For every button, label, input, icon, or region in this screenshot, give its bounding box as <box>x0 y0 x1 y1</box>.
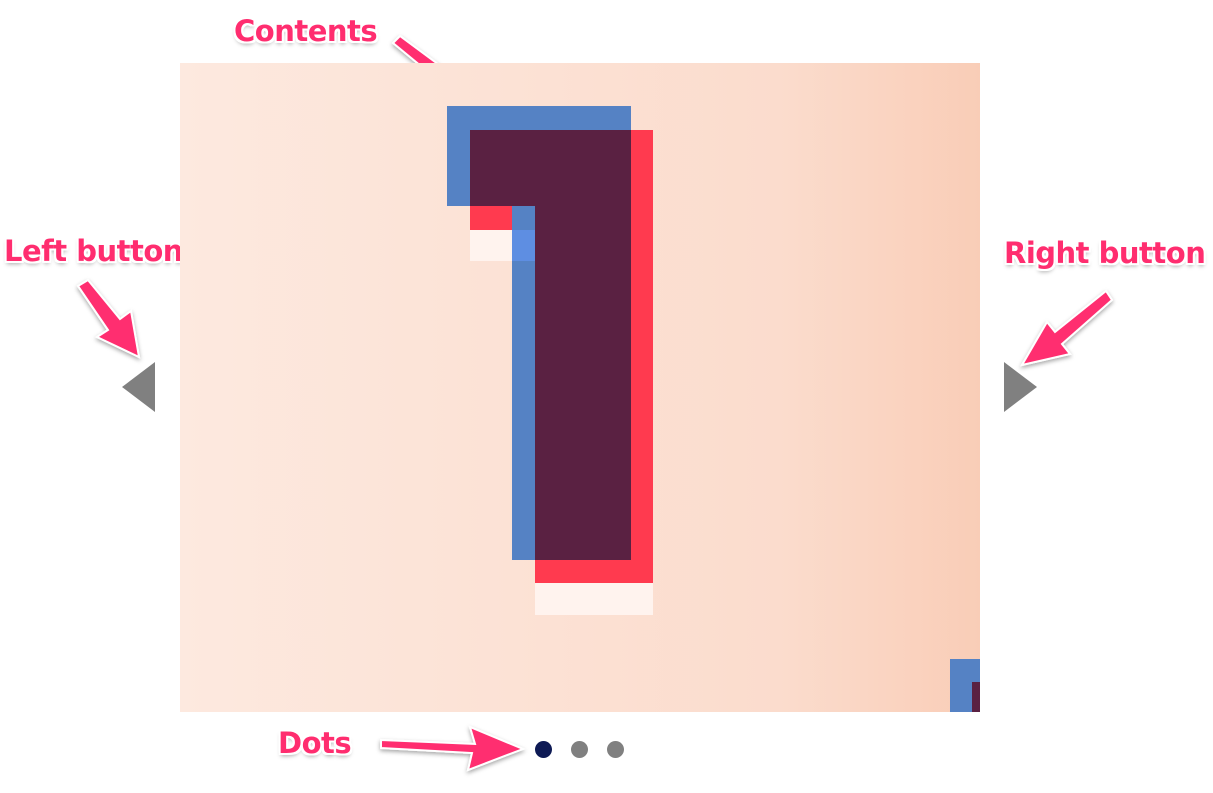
contents-annotation-label: Contents <box>234 14 378 48</box>
left-button-annotation-label: Left button <box>4 234 183 268</box>
slide-content-number-one <box>180 63 980 712</box>
right-button-arrow-icon <box>1019 289 1114 367</box>
previous-slide-button[interactable] <box>122 362 155 412</box>
right-button-annotation-label: Right button <box>1004 236 1206 270</box>
dots-annotation-label: Dots <box>278 726 352 760</box>
next-slide-button[interactable] <box>1004 362 1037 412</box>
carousel-dot-3[interactable] <box>607 741 624 758</box>
left-button-arrow-icon <box>76 278 141 359</box>
carousel-dot-1[interactable] <box>535 741 552 758</box>
carousel-slide-viewport <box>180 63 980 712</box>
carousel-dots <box>535 741 624 758</box>
carousel-dot-2[interactable] <box>571 741 588 758</box>
dots-arrow-icon <box>380 725 526 772</box>
